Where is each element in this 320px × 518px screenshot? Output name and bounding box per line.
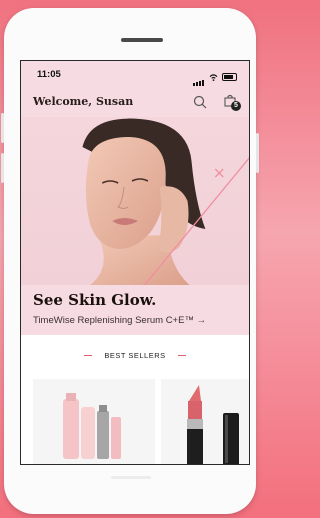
search-icon[interactable] (193, 95, 207, 109)
section-dash-right (177, 354, 186, 356)
section-title: BEST SELLERS (104, 350, 166, 360)
phone-side-button (1, 153, 4, 183)
skincare-set-image (63, 393, 121, 459)
wifi-icon (209, 73, 218, 81)
lipstick-image (187, 385, 239, 464)
hero-banner[interactable] (21, 117, 249, 285)
phone-side-button (1, 113, 4, 143)
app-screen: 11:05 Welcome, Susan 5 See Skin Glow. Ti… (20, 60, 250, 465)
app-header: Welcome, Susan 5 (21, 87, 249, 117)
welcome-greeting: Welcome, Susan (33, 95, 134, 108)
bag-count-badge: 5 (231, 101, 241, 111)
promo-headline: See Skin Glow. (33, 291, 157, 309)
phone-side-button (256, 133, 259, 173)
battery-icon (222, 73, 237, 81)
best-sellers-heading: BEST SELLERS (21, 345, 249, 365)
status-time: 11:05 (37, 69, 61, 80)
promo-subtitle-link[interactable]: TimeWise Replenishing Serum C+E™ → (33, 315, 206, 326)
section-dash-left (84, 354, 93, 356)
status-bar: 11:05 (21, 61, 249, 87)
promo-card[interactable]: See Skin Glow. TimeWise Replenishing Ser… (21, 285, 249, 335)
hero-model-image (82, 118, 249, 285)
signal-icon (193, 68, 205, 86)
shopping-bag-button[interactable]: 5 (224, 94, 241, 111)
phone-speaker (121, 38, 163, 42)
home-indicator (111, 476, 151, 479)
product-card[interactable] (161, 379, 249, 464)
status-icons (193, 68, 237, 86)
product-card[interactable] (33, 379, 155, 464)
